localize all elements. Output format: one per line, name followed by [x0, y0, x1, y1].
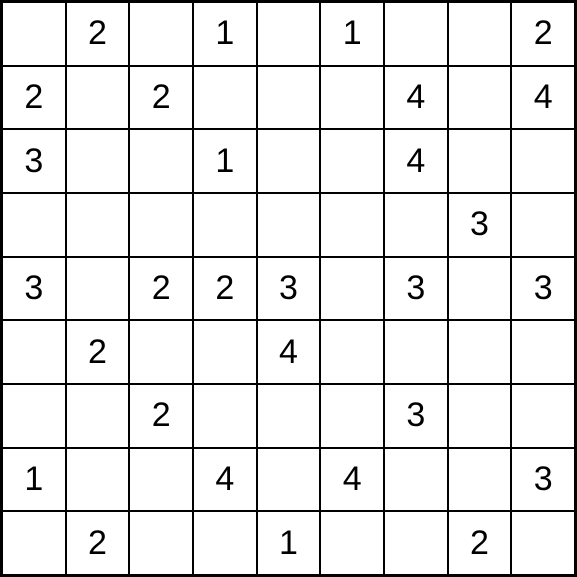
cell-r2-c2[interactable]: [129, 129, 193, 193]
cell-r3-c3[interactable]: [193, 193, 257, 257]
cell-r2-c5[interactable]: [320, 129, 384, 193]
cell-r6-c0[interactable]: [2, 384, 66, 448]
cell-r2-c1[interactable]: [66, 129, 130, 193]
cell-r6-c6[interactable]: 3: [384, 384, 448, 448]
cell-r6-c2[interactable]: 2: [129, 384, 193, 448]
cell-r7-c3[interactable]: 4: [193, 448, 257, 512]
cell-r8-c8[interactable]: [511, 511, 575, 575]
cell-r5-c1[interactable]: 2: [66, 320, 130, 384]
cell-r6-c7[interactable]: [448, 384, 512, 448]
cell-r8-c1[interactable]: 2: [66, 511, 130, 575]
cell-r8-c7[interactable]: 2: [448, 511, 512, 575]
cell-r5-c8[interactable]: [511, 320, 575, 384]
cell-r0-c4[interactable]: [257, 2, 321, 66]
cell-r3-c2[interactable]: [129, 193, 193, 257]
cell-r7-c5[interactable]: 4: [320, 448, 384, 512]
cell-r4-c7[interactable]: [448, 257, 512, 321]
cell-r7-c6[interactable]: [384, 448, 448, 512]
cell-r1-c1[interactable]: [66, 66, 130, 130]
cell-r8-c5[interactable]: [320, 511, 384, 575]
cell-r1-c2[interactable]: 2: [129, 66, 193, 130]
cell-r3-c6[interactable]: [384, 193, 448, 257]
cell-r1-c5[interactable]: [320, 66, 384, 130]
cell-r5-c5[interactable]: [320, 320, 384, 384]
cell-r7-c0[interactable]: 1: [2, 448, 66, 512]
cell-r4-c1[interactable]: [66, 257, 130, 321]
cell-r5-c4[interactable]: 4: [257, 320, 321, 384]
cell-r7-c2[interactable]: [129, 448, 193, 512]
cell-r4-c5[interactable]: [320, 257, 384, 321]
cell-r1-c0[interactable]: 2: [2, 66, 66, 130]
cell-r7-c8[interactable]: 3: [511, 448, 575, 512]
cell-r6-c5[interactable]: [320, 384, 384, 448]
cell-r5-c3[interactable]: [193, 320, 257, 384]
cell-r0-c5[interactable]: 1: [320, 2, 384, 66]
cell-r7-c1[interactable]: [66, 448, 130, 512]
cell-r4-c0[interactable]: 3: [2, 257, 66, 321]
cell-r5-c2[interactable]: [129, 320, 193, 384]
cell-r8-c3[interactable]: [193, 511, 257, 575]
cell-r8-c6[interactable]: [384, 511, 448, 575]
cell-r3-c7[interactable]: 3: [448, 193, 512, 257]
cell-r6-c1[interactable]: [66, 384, 130, 448]
cell-r3-c4[interactable]: [257, 193, 321, 257]
puzzle-grid: 21122244314332233324231443212: [0, 0, 577, 577]
cell-r0-c1[interactable]: 2: [66, 2, 130, 66]
cell-r3-c1[interactable]: [66, 193, 130, 257]
cell-r4-c3[interactable]: 2: [193, 257, 257, 321]
cell-r2-c8[interactable]: [511, 129, 575, 193]
cell-r1-c7[interactable]: [448, 66, 512, 130]
cell-r3-c5[interactable]: [320, 193, 384, 257]
cell-r6-c8[interactable]: [511, 384, 575, 448]
cell-r0-c7[interactable]: [448, 2, 512, 66]
cell-r2-c0[interactable]: 3: [2, 129, 66, 193]
cell-r4-c8[interactable]: 3: [511, 257, 575, 321]
cell-r1-c8[interactable]: 4: [511, 66, 575, 130]
cell-r7-c4[interactable]: [257, 448, 321, 512]
cell-r8-c4[interactable]: 1: [257, 511, 321, 575]
cell-r3-c0[interactable]: [2, 193, 66, 257]
cell-r5-c0[interactable]: [2, 320, 66, 384]
cell-r8-c0[interactable]: [2, 511, 66, 575]
cell-r2-c6[interactable]: 4: [384, 129, 448, 193]
cell-r6-c4[interactable]: [257, 384, 321, 448]
cell-r8-c2[interactable]: [129, 511, 193, 575]
cell-r4-c2[interactable]: 2: [129, 257, 193, 321]
cell-r3-c8[interactable]: [511, 193, 575, 257]
cell-r0-c0[interactable]: [2, 2, 66, 66]
cell-r0-c6[interactable]: [384, 2, 448, 66]
cell-r4-c6[interactable]: 3: [384, 257, 448, 321]
cell-r1-c3[interactable]: [193, 66, 257, 130]
cell-r2-c4[interactable]: [257, 129, 321, 193]
cell-r0-c2[interactable]: [129, 2, 193, 66]
cell-r6-c3[interactable]: [193, 384, 257, 448]
cell-r1-c6[interactable]: 4: [384, 66, 448, 130]
cell-r1-c4[interactable]: [257, 66, 321, 130]
cell-r4-c4[interactable]: 3: [257, 257, 321, 321]
cell-r0-c8[interactable]: 2: [511, 2, 575, 66]
cell-r5-c7[interactable]: [448, 320, 512, 384]
cell-r0-c3[interactable]: 1: [193, 2, 257, 66]
cell-r7-c7[interactable]: [448, 448, 512, 512]
cell-r2-c3[interactable]: 1: [193, 129, 257, 193]
cell-r5-c6[interactable]: [384, 320, 448, 384]
cell-r2-c7[interactable]: [448, 129, 512, 193]
